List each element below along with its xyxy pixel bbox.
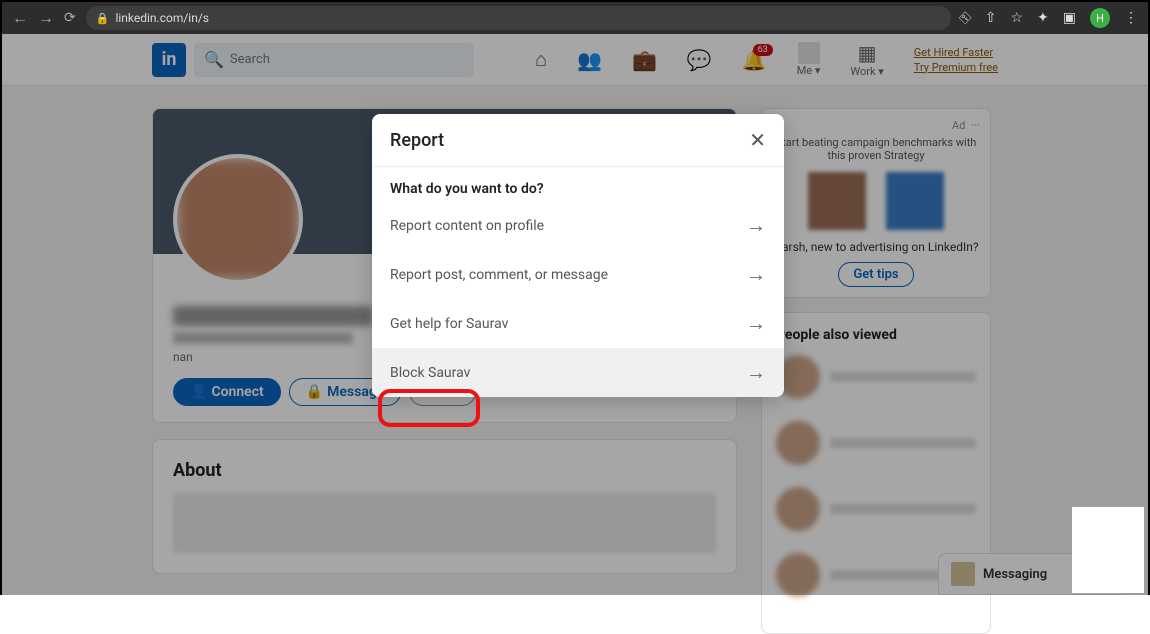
bookmark-icon[interactable]: ☆ (1010, 10, 1023, 26)
option-label: Report post, comment, or message (390, 267, 608, 283)
modal-title: Report (390, 130, 444, 151)
option-label: Block Saurav (390, 365, 470, 381)
report-option-block[interactable]: Block Saurav → (372, 348, 784, 397)
close-button[interactable]: ✕ (749, 128, 766, 152)
back-button[interactable]: ← (12, 8, 28, 28)
report-modal: Report ✕ What do you want to do? Report … (372, 114, 784, 397)
profile-avatar[interactable]: H (1090, 8, 1110, 28)
arrow-right-icon: → (746, 213, 766, 238)
report-option-post[interactable]: Report post, comment, or message → (372, 250, 784, 299)
arrow-right-icon: → (746, 311, 766, 336)
report-option-content[interactable]: Report content on profile → (372, 201, 784, 250)
arrow-right-icon: → (746, 360, 766, 385)
browser-actions: ⚿ ⇧ ☆ ✦ ▣ H ⋮ (961, 8, 1138, 28)
overlay-box (1072, 507, 1144, 593)
browser-menu-icon[interactable]: ⋮ (1124, 10, 1138, 26)
forward-button[interactable]: → (38, 8, 54, 28)
close-icon: ✕ (749, 128, 766, 152)
arrow-right-icon: → (746, 262, 766, 287)
reload-button[interactable]: ⟳ (64, 10, 76, 26)
address-bar[interactable]: 🔒 linkedin.com/in/s (86, 6, 951, 30)
lock-icon: 🔒 (96, 12, 110, 25)
option-label: Report content on profile (390, 218, 544, 234)
share-icon[interactable]: ⇧ (985, 10, 997, 26)
extensions-icon[interactable]: ✦ (1037, 10, 1049, 26)
modal-question: What do you want to do? (372, 167, 784, 201)
option-label: Get help for Saurav (390, 316, 508, 332)
sidepanel-icon[interactable]: ▣ (1063, 10, 1076, 26)
password-key-icon[interactable]: ⚿ (957, 9, 975, 27)
report-option-help[interactable]: Get help for Saurav → (372, 299, 784, 348)
url-text: linkedin.com/in/s (115, 11, 209, 25)
browser-toolbar: ← → ⟳ 🔒 linkedin.com/in/s ⚿ ⇧ ☆ ✦ ▣ H ⋮ (2, 2, 1148, 34)
